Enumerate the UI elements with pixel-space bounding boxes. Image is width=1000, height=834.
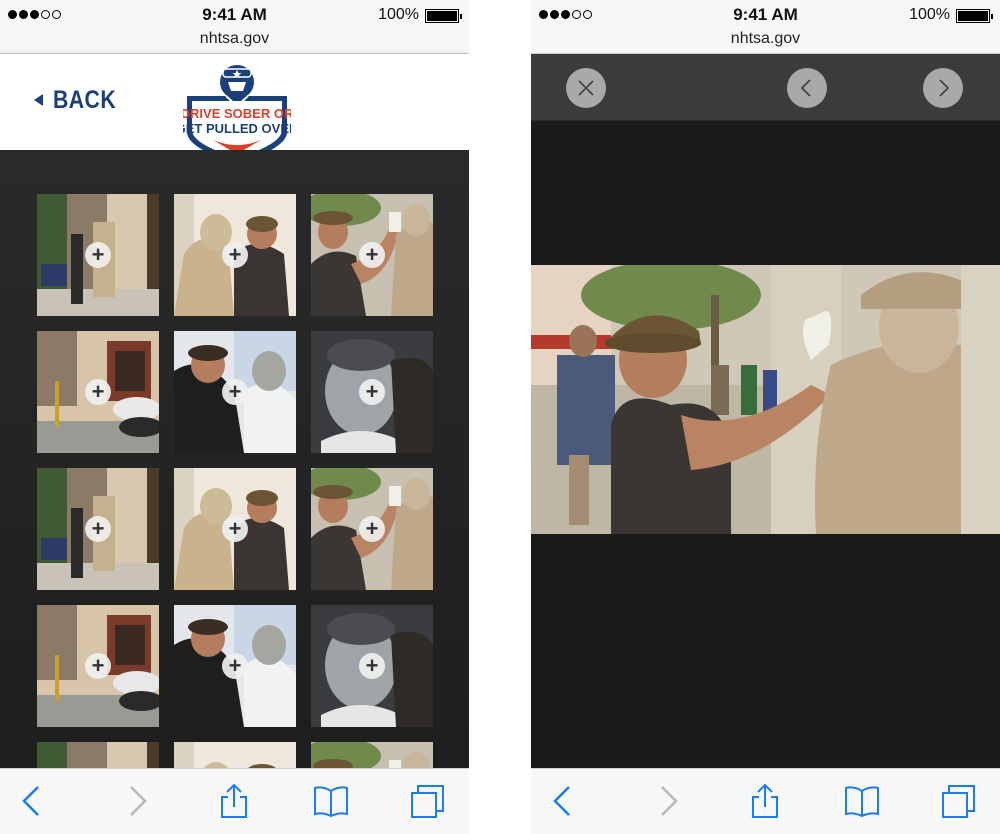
gallery-thumbnail[interactable]: + — [311, 194, 433, 316]
url-bar[interactable]: nhtsa.gov — [531, 30, 1000, 54]
gallery-thumbnail[interactable]: + — [174, 742, 296, 768]
gallery-thumbnail[interactable]: + — [311, 605, 433, 727]
status-bar: 9:41 AM 100% — [531, 0, 1000, 30]
site-header: BACK DRIVE SOBER OR GET PULLED OVER — [0, 54, 469, 164]
share-icon[interactable] — [747, 783, 783, 819]
expand-plus-icon[interactable]: + — [359, 516, 385, 542]
phone-left-screen: 9:41 AM 100% nhtsa.gov BACK DRIVE SOBER … — [0, 0, 469, 834]
back-arrow-icon[interactable] — [545, 783, 581, 819]
back-triangle-icon — [34, 94, 43, 106]
expand-plus-icon[interactable]: + — [222, 379, 248, 405]
gallery-thumbnail[interactable]: + — [37, 331, 159, 453]
phone-right-screen: 9:41 AM 100% nhtsa.gov — [531, 0, 1000, 834]
expand-plus-icon[interactable]: + — [85, 242, 111, 268]
battery-percent: 100% — [909, 6, 950, 23]
forward-arrow-icon[interactable] — [119, 783, 155, 819]
forward-arrow-icon[interactable] — [650, 783, 686, 819]
gallery-thumbnail[interactable]: + — [37, 468, 159, 590]
close-icon[interactable] — [566, 68, 606, 108]
gallery-thumbnail[interactable]: + — [37, 605, 159, 727]
expand-plus-icon[interactable]: + — [359, 242, 385, 268]
enlarged-photo[interactable] — [531, 265, 1000, 534]
back-button[interactable]: BACK — [34, 84, 127, 116]
battery-percent: 100% — [378, 6, 419, 23]
expand-plus-icon[interactable]: + — [85, 516, 111, 542]
gallery-thumbnail[interactable]: + — [311, 331, 433, 453]
expand-plus-icon[interactable]: + — [85, 653, 111, 679]
gallery-thumbnail[interactable]: + — [174, 605, 296, 727]
browser-toolbar — [0, 768, 469, 834]
expand-plus-icon[interactable]: + — [359, 379, 385, 405]
thumbnail-photo — [311, 742, 433, 768]
bookmarks-icon[interactable] — [313, 783, 349, 819]
tabs-icon[interactable] — [941, 783, 977, 819]
browser-toolbar — [531, 768, 1000, 834]
gallery-thumbnail[interactable]: + — [37, 742, 159, 768]
expand-plus-icon[interactable]: + — [222, 653, 248, 679]
gallery-thumbnail[interactable]: + — [174, 331, 296, 453]
gallery-thumbnail[interactable]: + — [37, 194, 159, 316]
chevron-right-icon[interactable] — [923, 68, 963, 108]
battery-icon — [956, 9, 993, 23]
gallery-thumbnail[interactable]: + — [311, 468, 433, 590]
gallery-thumbnail[interactable]: + — [311, 742, 433, 768]
tabs-icon[interactable] — [410, 783, 446, 819]
photo-viewer-controls — [531, 54, 1000, 121]
gallery-thumbnail[interactable]: + — [174, 194, 296, 316]
gallery-thumbnail[interactable]: + — [174, 468, 296, 590]
battery-icon — [425, 9, 462, 23]
thumbnail-photo — [37, 742, 159, 768]
bookmarks-icon[interactable] — [844, 783, 880, 819]
logo-line2: GET PULLED OVER — [183, 121, 291, 136]
expand-plus-icon[interactable]: + — [85, 379, 111, 405]
photo-gallery-grid: + + + + + + + + + + + + + + + — [0, 150, 469, 768]
logo-line1: DRIVE SOBER OR — [183, 106, 291, 121]
back-label: BACK — [53, 85, 117, 114]
url-bar[interactable]: nhtsa.gov — [0, 30, 469, 54]
expand-plus-icon[interactable]: + — [222, 516, 248, 542]
chevron-left-icon[interactable] — [787, 68, 827, 108]
share-icon[interactable] — [216, 783, 252, 819]
expand-plus-icon[interactable]: + — [222, 242, 248, 268]
back-arrow-icon[interactable] — [14, 783, 50, 819]
status-bar: 9:41 AM 100% — [0, 0, 469, 30]
expand-plus-icon[interactable]: + — [359, 653, 385, 679]
thumbnail-photo — [174, 742, 296, 768]
